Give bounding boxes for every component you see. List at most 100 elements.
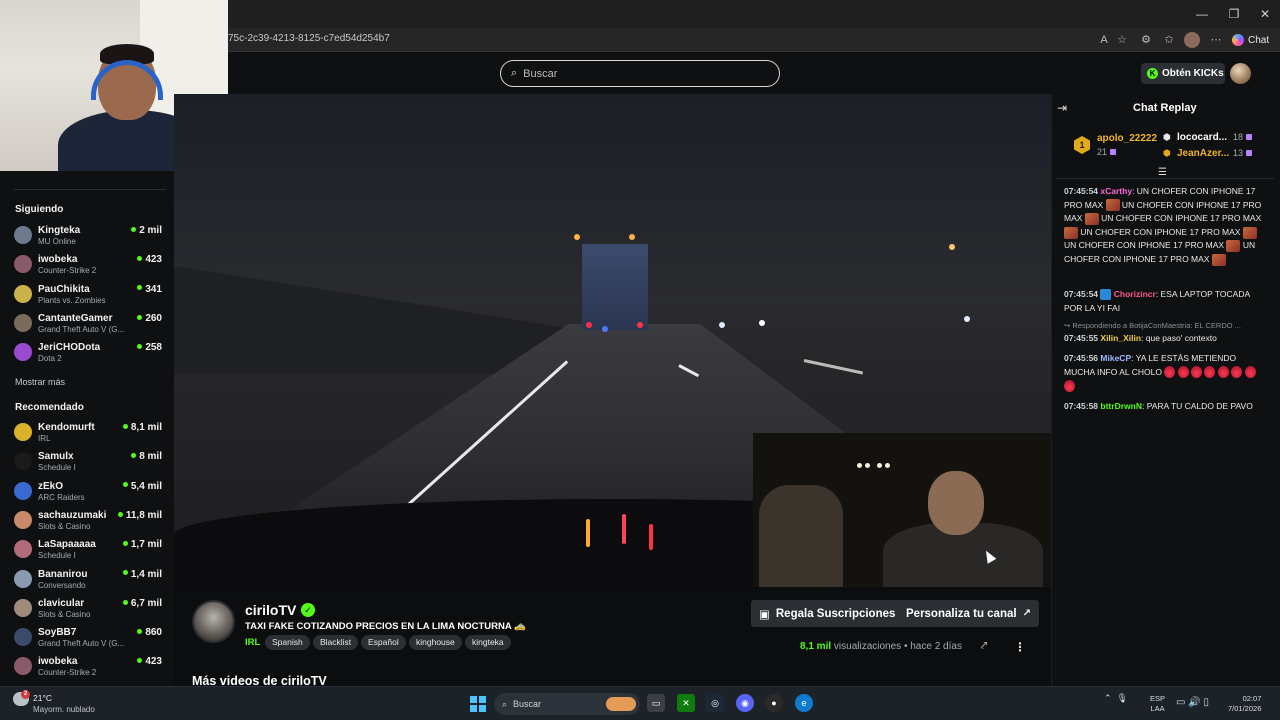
sidebar-channel[interactable]: LaSapaaaaa Schedule I 1,7 mil [14, 537, 164, 563]
customize-channel-button[interactable]: Personaliza tu canal ↗ [898, 600, 1039, 627]
channel-avatar [14, 598, 32, 617]
xbox-icon[interactable]: ✕ [677, 694, 695, 712]
customize-channel-label: Personaliza tu canal [906, 607, 1017, 620]
steam-icon[interactable]: ◎ [706, 694, 724, 712]
emote-icon [1064, 226, 1078, 239]
sidebar-channel[interactable]: SoyBB7 Grand Theft Auto V (G... 860 [14, 625, 164, 651]
channel-avatar [14, 481, 32, 500]
channel-avatar [14, 657, 32, 676]
weather-temp[interactable]: 21°C [33, 693, 52, 703]
channel-avatar [14, 452, 32, 471]
channel-name: iwobeka [38, 254, 78, 266]
read-aloud-icon[interactable]: A [1096, 32, 1112, 48]
stream-tag[interactable]: kinghouse [409, 635, 462, 650]
sidebar-channel[interactable]: JeriCHODota Dota 2 258 [14, 340, 164, 366]
favorite-star-icon[interactable]: ☆ [1114, 32, 1130, 48]
collapse-chat-icon[interactable]: ⇥ [1057, 101, 1067, 115]
discord-icon[interactable]: ◉ [736, 694, 754, 712]
stream-category[interactable]: IRL [245, 637, 260, 648]
sidebar-divider [14, 189, 166, 190]
sidebar-channel[interactable]: iwobeka Counter-Strike 2 423 [14, 654, 164, 680]
views-count: 8,1 mil [800, 641, 832, 652]
filter-icon[interactable]: ☰ [1158, 167, 1167, 178]
network-volume-battery-icons[interactable]: ▭ 🔊 ▯ [1176, 697, 1209, 708]
emote-icon [1064, 379, 1075, 392]
close-icon[interactable]: ✕ [1257, 6, 1273, 22]
search-highlight-icon [606, 697, 636, 711]
sidebar-channel[interactable]: Kendomurft IRL 8,1 mil [14, 420, 164, 446]
sidebar-channel[interactable]: Kingteka MU Online 2 mil [14, 223, 164, 249]
channel-avatar [14, 284, 32, 303]
chat-divider [1056, 178, 1274, 179]
task-view-icon[interactable]: ▭ [647, 694, 665, 712]
sidebar-channel[interactable]: sachauzumaki Slots & Casino 11,8 mil [14, 508, 164, 534]
taskbar-search[interactable]: ⌕ Buscar [494, 693, 640, 715]
streamer-avatar[interactable] [192, 600, 235, 643]
stream-tag[interactable]: Blacklist [313, 635, 359, 650]
gift-subscriptions-label: Regala Suscripciones [775, 607, 896, 620]
copilot-chat-button[interactable]: Chat [1232, 31, 1269, 49]
viewer-count: 260 [137, 313, 162, 324]
channel-name: JeriCHODota [38, 342, 101, 354]
reply-preview[interactable]: ↪ Respondiendo a BotijaConMaestria: EL C… [1064, 321, 1268, 330]
leaderboard-name[interactable]: apolo_22222 [1097, 133, 1157, 144]
search-icon: ⌕ [511, 67, 518, 79]
extensions-icon[interactable]: ⚙ [1138, 32, 1154, 48]
user-avatar[interactable] [1230, 63, 1251, 84]
channel-category: Slots & Casino [38, 609, 91, 619]
gift-subscriptions-button[interactable]: ▣ Regala Suscripciones [751, 600, 904, 627]
language-indicator[interactable]: ESP LAA [1150, 694, 1165, 714]
viewer-count: 5,4 mil [123, 481, 162, 492]
external-link-icon: ↗ [1022, 608, 1031, 619]
sidebar-channel[interactable]: PauChikita Plants vs. Zombies 341 [14, 282, 164, 308]
channel-category: MU Online [38, 237, 76, 246]
recommended-title: Recomendado [15, 402, 84, 413]
sidebar-channel[interactable]: iwobeka Counter-Strike 2 423 [14, 252, 164, 278]
emote-icon [1217, 366, 1229, 379]
get-kicks-button[interactable]: K Obtén KICKs [1141, 63, 1225, 84]
windows-start-icon[interactable] [470, 696, 486, 712]
channel-category: Slots & Casino [38, 521, 91, 531]
weather-description[interactable]: Mayorm. nublado [33, 705, 95, 714]
sidebar-channel[interactable]: Samulx Schedule I 8 mil [14, 449, 164, 475]
chat-message: 07:45:56 MikeCP: YA LE ESTÁS METIENDO MU… [1064, 352, 1268, 393]
obs-icon[interactable]: ● [765, 694, 783, 712]
stream-tag[interactable]: kingteka [465, 635, 511, 650]
channel-name: Samulx [38, 451, 74, 463]
minimize-icon[interactable]: — [1194, 6, 1210, 22]
share-icon[interactable]: ⤤ [981, 640, 987, 653]
posted-time: hace 2 días [910, 641, 962, 652]
channel-avatar [14, 510, 32, 529]
url-text[interactable]: 75c-2c39-4213-8125-c7ed54d254b7 [228, 33, 390, 44]
sidebar-channel[interactable]: clavicular Slots & Casino 6,7 mil [14, 596, 164, 622]
streamer-name[interactable]: ciriloTV [245, 602, 296, 618]
more-options-icon[interactable]: ⋮ [1014, 640, 1026, 654]
emote-icon [1105, 199, 1120, 212]
channel-avatar [14, 569, 32, 588]
message-text-part: UN CHOFER CON IPHONE 17 PRO MAX [1078, 226, 1243, 237]
maximize-icon[interactable]: ❐ [1226, 6, 1242, 22]
sidebar-channel[interactable]: zEkO ARC Raiders 5,4 mil [14, 479, 164, 505]
stream-tag[interactable]: Español [361, 635, 406, 650]
sidebar-channel[interactable]: Bananirou Conversando 1,4 mil [14, 567, 164, 593]
search-input[interactable]: ⌕ Buscar [500, 60, 780, 87]
copilot-icon [1232, 34, 1244, 46]
show-more-link[interactable]: Mostrar más [15, 377, 65, 387]
sidebar: Siguiendo Kingteka MU Online 2 mil iwobeka C… [0, 171, 174, 686]
following-title: Siguiendo [15, 204, 64, 215]
favorites-icon[interactable]: ✩ [1161, 32, 1177, 48]
stream-tag[interactable]: Spanish [265, 635, 310, 650]
leaderboard-count: 21 [1097, 147, 1116, 157]
viewer-count: 2 mil [131, 225, 162, 236]
emote-icon [1204, 366, 1216, 379]
edge-browser-icon[interactable]: e [795, 694, 813, 712]
system-clock[interactable]: 02:07 7/01/2026 [1228, 694, 1261, 714]
channel-name: zEkO [38, 480, 64, 492]
system-tray[interactable]: ⌃ 🎙 [1104, 693, 1128, 704]
profile-avatar-icon[interactable] [1184, 32, 1200, 48]
leaderboard-name[interactable]: JeanAzer... [1177, 148, 1229, 159]
leaderboard-name[interactable]: lococard... [1177, 132, 1227, 143]
more-options-icon[interactable]: ⋯ [1208, 32, 1224, 48]
sidebar-channel[interactable]: CantanteGamer Grand Theft Auto V (G... 260 [14, 311, 164, 337]
kicks-label: Obtén KICKs [1162, 68, 1224, 79]
